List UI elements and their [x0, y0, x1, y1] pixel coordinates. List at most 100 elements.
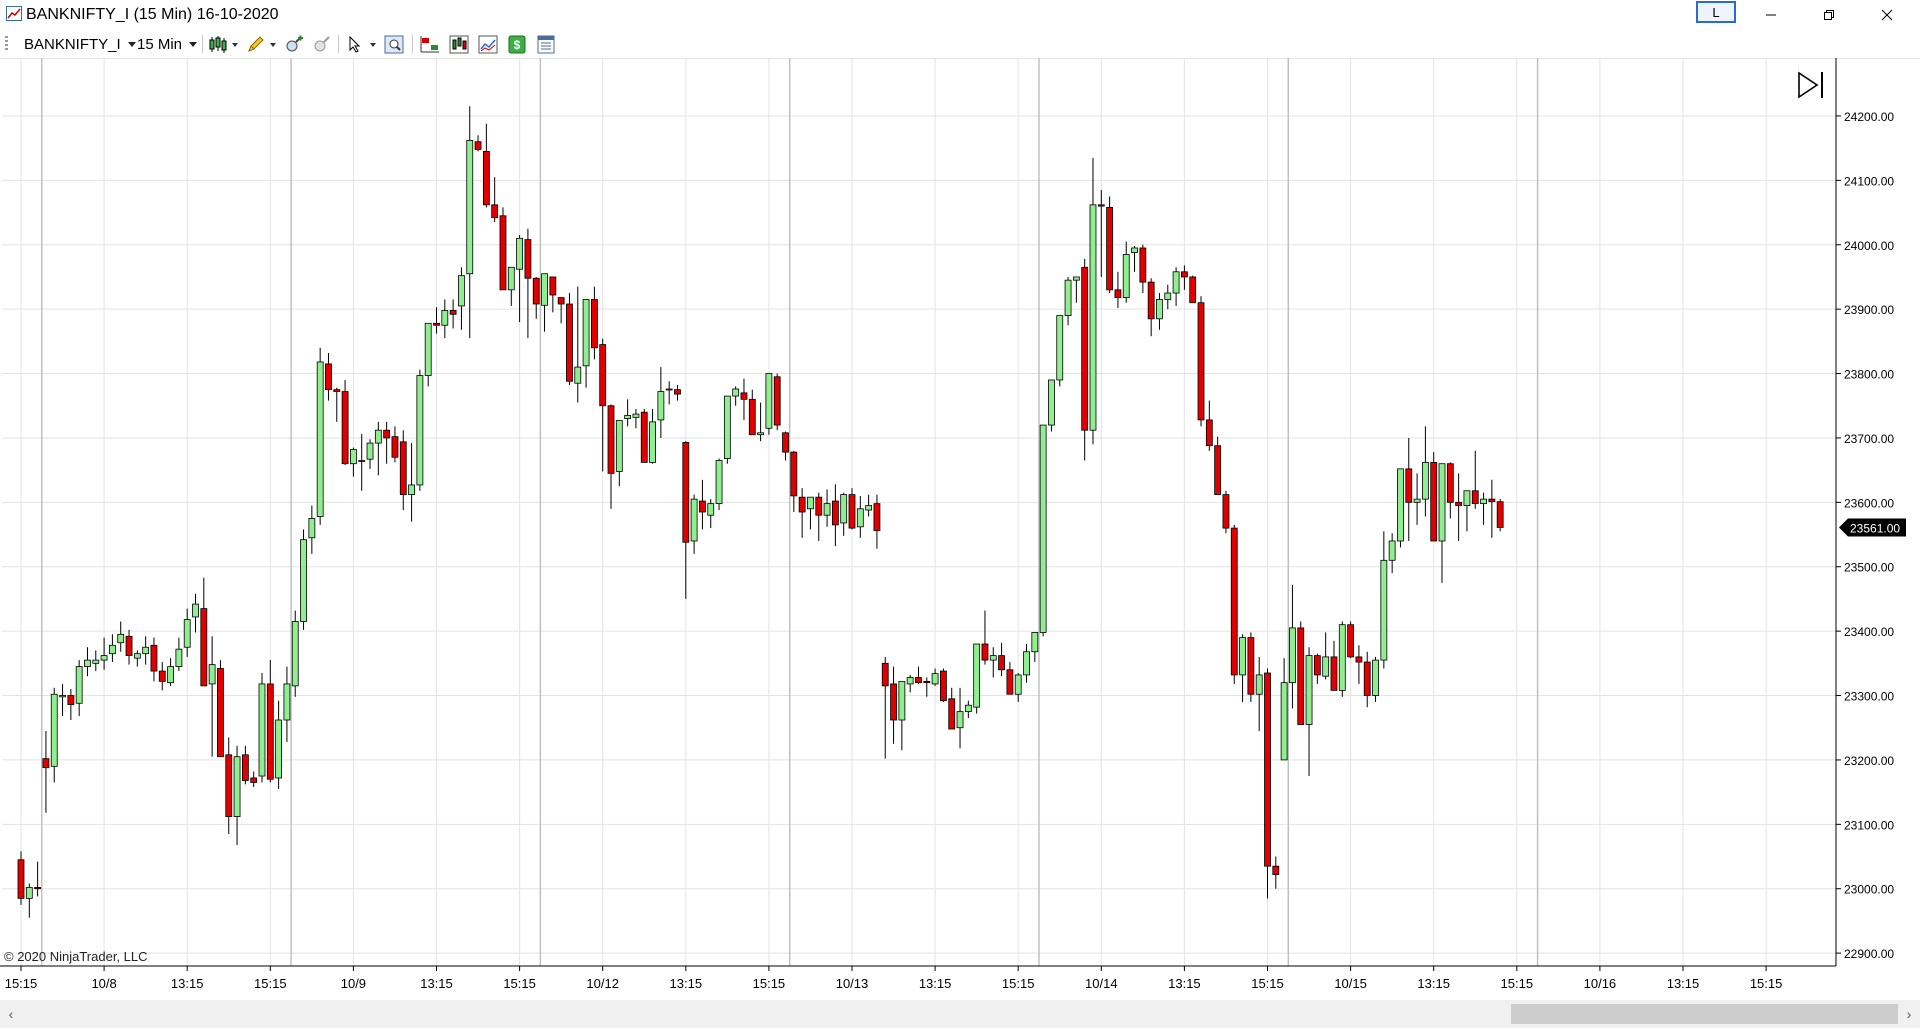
candle-body [1255, 674, 1263, 695]
candle-body [707, 503, 715, 516]
drawing-tool-button[interactable] [246, 35, 266, 54]
candle [1039, 424, 1047, 637]
candle-body [1405, 468, 1413, 503]
chevron-down-icon [127, 41, 136, 47]
candle [524, 228, 532, 339]
candle [1072, 276, 1080, 303]
candle [424, 322, 432, 387]
candle [798, 488, 806, 538]
candle [349, 447, 357, 477]
candle-body [607, 405, 615, 474]
indicators-button[interactable] [449, 35, 469, 54]
order-entry-button[interactable] [420, 35, 440, 54]
pointer-tool-button[interactable] [346, 35, 366, 54]
candle [823, 489, 831, 527]
time-tick-label: 10/12 [586, 976, 619, 991]
candle [1239, 634, 1246, 702]
candle [1131, 246, 1138, 272]
candle-body [125, 635, 133, 657]
candle-body [765, 373, 773, 429]
candle [1280, 658, 1288, 761]
candle-body [964, 704, 972, 713]
candle-body [491, 204, 499, 219]
candle-body [831, 500, 839, 526]
candle [291, 610, 299, 697]
candle [458, 267, 465, 330]
candle [474, 135, 482, 152]
candle [34, 861, 42, 897]
toolbar-divider [412, 35, 413, 53]
candle [1363, 651, 1371, 708]
price-chart[interactable]: 22900.00 23000.00 23100.00 23200.00 23300.00… [0, 58, 1920, 1000]
toolbar-grip[interactable] [5, 36, 8, 52]
candle [956, 687, 964, 749]
candle [590, 286, 598, 360]
candle-body [133, 653, 141, 659]
interval-selector[interactable]: 15 Min [137, 34, 198, 54]
candle [1114, 271, 1122, 308]
candle-body [474, 141, 482, 150]
candle-body [50, 693, 58, 767]
scroll-right-arrow[interactable]: › [1898, 1000, 1920, 1028]
candle [491, 177, 499, 223]
candle-body [1097, 204, 1105, 207]
instrument-selector[interactable]: BANKNIFTY_I [24, 34, 136, 54]
zoom-in-button[interactable] [284, 35, 304, 54]
scrollbar-thumb[interactable] [1511, 1004, 1898, 1024]
restore-button[interactable] [1800, 0, 1858, 30]
candle-body [291, 621, 299, 687]
layout-l-button[interactable]: L [1696, 1, 1736, 23]
time-tick-label: 15:15 [5, 976, 38, 991]
strategies-button[interactable] [478, 35, 498, 54]
candle-body [1330, 656, 1338, 691]
chevron-down-icon[interactable] [370, 43, 376, 47]
candle-body [865, 505, 873, 511]
candle-body [1289, 627, 1296, 684]
chevron-down-icon[interactable] [232, 43, 238, 47]
candle-body [823, 503, 831, 516]
time-tick-label: 13:15 [1417, 976, 1450, 991]
horizontal-scrollbar[interactable]: ‹ › [0, 1000, 1920, 1028]
candle-body [1239, 637, 1246, 676]
time-tick-label: 10/15 [1334, 976, 1367, 991]
price-tick-label: 23000.00 [1844, 883, 1894, 897]
time-tick-label: 15:15 [1002, 976, 1035, 991]
candle-body [275, 719, 283, 779]
candle [773, 373, 781, 431]
candle-body [906, 677, 914, 685]
candle-body [915, 677, 922, 684]
chart-style-button[interactable] [208, 35, 228, 54]
candle [142, 636, 150, 665]
candle-body [1272, 865, 1280, 875]
candle [624, 399, 632, 427]
candle-body [325, 363, 332, 391]
scroll-to-end-button[interactable] [1798, 71, 1823, 99]
minimize-button[interactable] [1742, 0, 1800, 30]
candle-body [790, 451, 798, 497]
candle-body [815, 496, 823, 516]
candle-body [333, 389, 341, 392]
candle [482, 123, 490, 208]
candle-body [300, 539, 307, 622]
candle-body [1413, 498, 1421, 503]
candle [383, 421, 391, 464]
candle-body [233, 756, 241, 817]
candle [923, 677, 931, 697]
money-button[interactable]: $ [507, 35, 527, 54]
candle [133, 650, 141, 667]
chevron-down-icon[interactable] [270, 43, 276, 47]
close-button[interactable] [1858, 0, 1916, 30]
magnify-minus-icon [314, 36, 330, 52]
candle-body [715, 460, 723, 505]
candle-body [1421, 462, 1429, 500]
candle-body [690, 498, 698, 542]
candle [225, 737, 233, 834]
candle-body [998, 655, 1005, 671]
candle [981, 610, 989, 665]
data-box-button[interactable] [384, 35, 404, 54]
zoom-out-button[interactable] [312, 35, 332, 54]
scroll-left-arrow[interactable]: ‹ [0, 1000, 22, 1028]
properties-button[interactable] [536, 35, 556, 54]
candle-body [599, 344, 607, 407]
candle-body [740, 392, 748, 400]
